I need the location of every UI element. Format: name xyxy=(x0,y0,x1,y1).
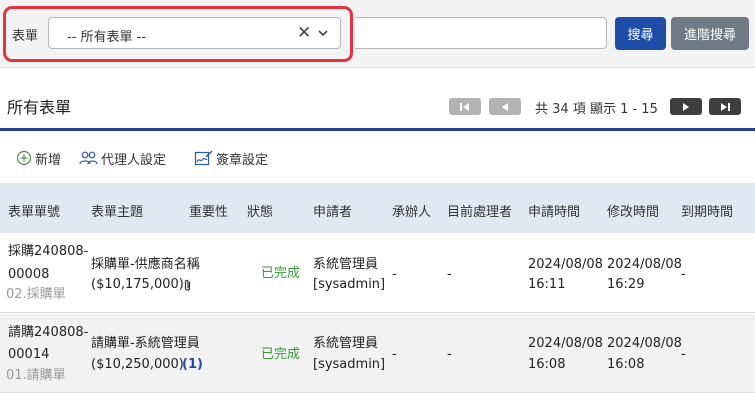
next-page-icon xyxy=(683,102,689,111)
form-type-select[interactable]: -- 所有表單 -- ✕ xyxy=(48,17,341,49)
pagination-summary: 共 34 項 顯示 1 - 15 xyxy=(535,102,658,117)
handler: - xyxy=(392,267,397,282)
current-processor: - xyxy=(447,267,452,282)
column-header[interactable]: 承辦人 xyxy=(392,201,431,220)
modify-time: 16:29 xyxy=(607,277,645,292)
apply-date: 2024/08/08 xyxy=(528,336,603,351)
column-header[interactable]: 目前處理者 xyxy=(447,201,512,220)
form-subject[interactable]: 採購單-供應商名稱 xyxy=(91,255,200,274)
chevron-down-icon[interactable] xyxy=(317,27,329,39)
form-number[interactable]: 請購240808- xyxy=(8,323,88,342)
applicant-account: [sysadmin] xyxy=(313,357,386,372)
first-page-button[interactable] xyxy=(449,98,481,115)
form-type-select-value: -- 所有表單 -- xyxy=(67,30,147,45)
users-icon xyxy=(79,151,98,165)
previous-page-icon xyxy=(502,102,508,111)
column-header[interactable]: 申請者 xyxy=(313,201,352,220)
signature-icon xyxy=(194,150,213,166)
applicant-name: 系統管理員 xyxy=(313,336,379,351)
previous-page-button[interactable] xyxy=(489,98,521,115)
apply-time: 16:11 xyxy=(528,277,566,292)
handler: - xyxy=(392,347,397,362)
search-input[interactable] xyxy=(355,17,607,49)
form-subject[interactable]: 請購單-系統管理員 xyxy=(91,334,200,353)
applicant-account: [sysadmin] xyxy=(313,277,386,292)
form-number-suffix[interactable]: 00014 xyxy=(8,345,49,364)
column-header[interactable]: 表單主題 xyxy=(91,201,143,220)
modify-time: 16:08 xyxy=(607,357,645,372)
form-category: 01.請購單 xyxy=(6,368,66,383)
form-amount: ($10,175,000) xyxy=(91,277,184,292)
title-divider xyxy=(0,128,755,131)
clear-icon[interactable]: ✕ xyxy=(297,24,311,42)
signature-settings-label: 簽章設定 xyxy=(216,152,269,168)
table-row[interactable] xyxy=(0,235,755,313)
current-processor: - xyxy=(447,347,452,362)
form-number[interactable]: 採購240808- xyxy=(8,242,88,261)
column-header[interactable]: 狀態 xyxy=(247,201,273,220)
column-header[interactable]: 申請時間 xyxy=(528,201,580,220)
paperclip-icon[interactable] xyxy=(183,279,192,292)
modify-date: 2024/08/08 xyxy=(607,336,682,351)
last-page-button[interactable] xyxy=(709,98,741,115)
plus-circle-icon xyxy=(16,150,32,166)
column-header[interactable]: 修改時間 xyxy=(607,201,659,220)
form-number-suffix[interactable]: 00008 xyxy=(8,265,49,284)
column-header[interactable]: 到期時間 xyxy=(681,201,733,220)
next-page-button[interactable] xyxy=(670,98,702,115)
proxy-settings-label: 代理人設定 xyxy=(101,152,167,168)
column-header[interactable]: 表單單號 xyxy=(8,201,60,220)
form-filter-label: 表單 xyxy=(12,29,39,44)
modify-date: 2024/08/08 xyxy=(607,257,682,272)
form-amount: ($10,250,000) xyxy=(91,357,184,372)
table-row[interactable] xyxy=(0,314,755,393)
form-category: 02.採購單 xyxy=(6,287,66,302)
search-button[interactable]: 搜尋 xyxy=(615,17,666,50)
last-page-icon xyxy=(721,102,730,111)
signature-settings-button[interactable]: 簽章設定 xyxy=(194,149,269,168)
comment-count-link[interactable]: (1) xyxy=(182,355,203,374)
first-page-icon xyxy=(460,102,469,111)
new-button-label: 新增 xyxy=(35,152,62,168)
page-title: 所有表單 xyxy=(7,98,72,117)
advanced-search-button[interactable]: 進階搜尋 xyxy=(671,17,749,50)
due-date: - xyxy=(681,267,686,282)
apply-time: 16:08 xyxy=(528,357,566,372)
due-date: - xyxy=(681,347,686,362)
apply-date: 2024/08/08 xyxy=(528,257,603,272)
new-button[interactable]: 新增 xyxy=(16,149,62,168)
column-header[interactable]: 重要性 xyxy=(189,201,228,220)
proxy-settings-button[interactable]: 代理人設定 xyxy=(79,149,167,168)
status-badge: 已完成 xyxy=(261,347,301,362)
status-badge: 已完成 xyxy=(261,266,301,281)
applicant-name: 系統管理員 xyxy=(313,257,379,272)
